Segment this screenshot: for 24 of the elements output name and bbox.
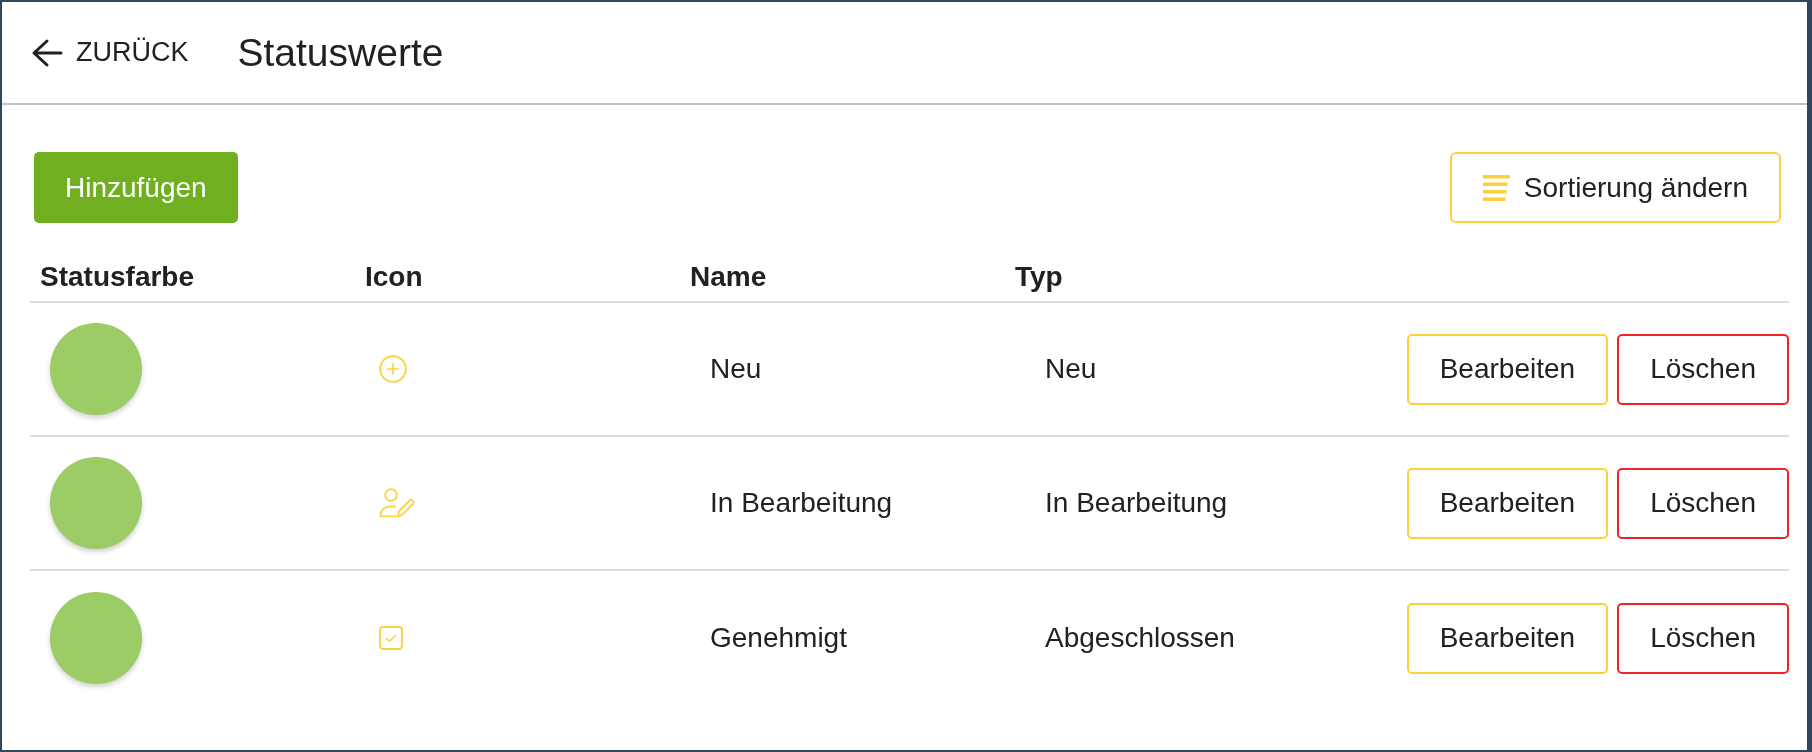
column-header: Icon xyxy=(365,261,423,292)
column-header: Statusfarbe xyxy=(40,261,195,292)
table-cell: In Bearbeitung xyxy=(1045,487,1228,518)
delete-button[interactable]: Löschen xyxy=(1617,602,1789,674)
column-header: Name xyxy=(690,261,767,292)
table-cell: In Bearbeitung xyxy=(710,487,893,518)
back-button[interactable]: ZURÜCK xyxy=(31,37,189,68)
column-header: Typ xyxy=(1015,261,1063,292)
table-cell: Genehmigt xyxy=(710,622,847,653)
plus-circle-icon xyxy=(379,355,407,383)
table-cell: Neu xyxy=(1045,353,1097,384)
sort-button[interactable]: Sortierung ändern xyxy=(1449,152,1781,223)
edit-button[interactable]: Bearbeiten xyxy=(1406,602,1609,674)
delete-button[interactable]: Löschen xyxy=(1617,467,1789,539)
page-title: Statuswerte xyxy=(237,30,444,75)
table-cell: Abgeschlossen xyxy=(1045,622,1235,653)
delete-button[interactable]: Löschen xyxy=(1617,333,1789,405)
edit-button[interactable]: Bearbeiten xyxy=(1406,333,1609,405)
arrow-left-icon xyxy=(31,37,63,68)
user-pencil-icon xyxy=(379,488,415,518)
lines-icon xyxy=(1482,174,1510,201)
checkbox-icon xyxy=(379,626,403,650)
edit-button[interactable]: Bearbeiten xyxy=(1406,467,1609,539)
table-cell: Neu xyxy=(710,353,762,384)
